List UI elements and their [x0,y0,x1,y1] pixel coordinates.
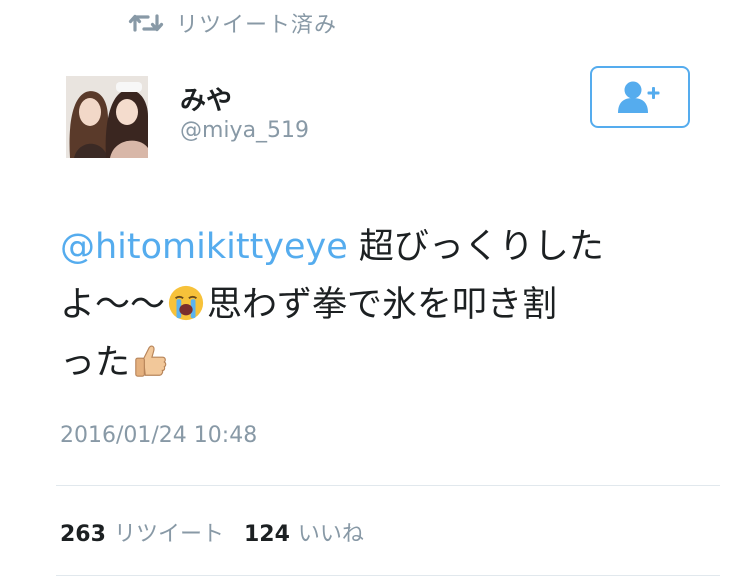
tweet-text-line2a: よ〜〜 [60,285,166,325]
retweeted-label: リツイート済み [176,13,338,38]
avatar[interactable] [66,76,148,158]
tweet-text-line2b: 思わず拳で氷を叩き割 [207,285,558,325]
retweet-icon [128,14,164,32]
loudly-crying-face-icon [168,285,204,321]
thumbs-up-icon [135,345,167,377]
tweet-timestamp[interactable]: 2016/01/24 10:48 [60,423,257,448]
user-handle[interactable]: @miya_519 [180,118,309,143]
tweet-stats: 263 リツイート 124 いいね [60,516,364,548]
retweet-count[interactable]: 263 [60,522,106,547]
mention-link[interactable]: @hitomikittyeye [60,227,348,267]
avatar-photo [66,76,148,158]
display-name[interactable]: みや [180,80,232,117]
add-user-icon [618,81,660,113]
like-label[interactable]: いいね [298,516,364,548]
tweet-text-line3: った [60,343,131,383]
like-count[interactable]: 124 [244,522,290,547]
likes-stat[interactable]: 124 いいね [244,516,364,548]
tweet-text: @hitomikittyeye 超びっくりした よ〜〜 思わず拳で氷を叩き割 っ… [60,218,700,392]
tweet-text-line1: 超びっくりした [347,227,604,267]
divider-bottom [56,575,720,576]
divider-top [56,485,720,486]
follow-button[interactable] [590,66,690,128]
retweeted-header: リツイート済み [128,8,337,38]
retweet-label[interactable]: リツイート [114,516,224,548]
